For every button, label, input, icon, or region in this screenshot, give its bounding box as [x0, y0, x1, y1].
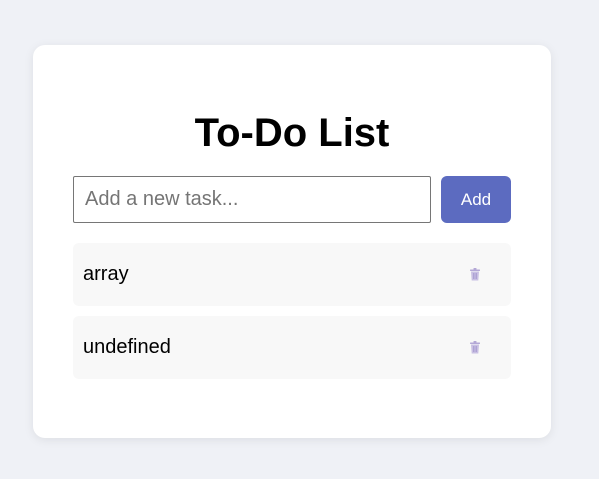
add-task-button[interactable]: Add	[441, 176, 511, 223]
delete-task-button[interactable]	[469, 341, 481, 355]
new-task-input[interactable]	[73, 176, 431, 223]
task-text: array	[83, 263, 129, 285]
todo-card: To-Do List Add array undefined	[33, 45, 551, 438]
trash-icon	[470, 341, 480, 354]
task-item: undefined	[73, 316, 511, 379]
delete-task-button[interactable]	[469, 268, 481, 282]
task-list: array undefined	[73, 243, 511, 389]
page-title: To-Do List	[194, 111, 390, 155]
task-text: undefined	[83, 336, 171, 358]
new-task-row: Add	[73, 176, 511, 223]
task-item: array	[73, 243, 511, 306]
trash-icon	[470, 268, 480, 281]
